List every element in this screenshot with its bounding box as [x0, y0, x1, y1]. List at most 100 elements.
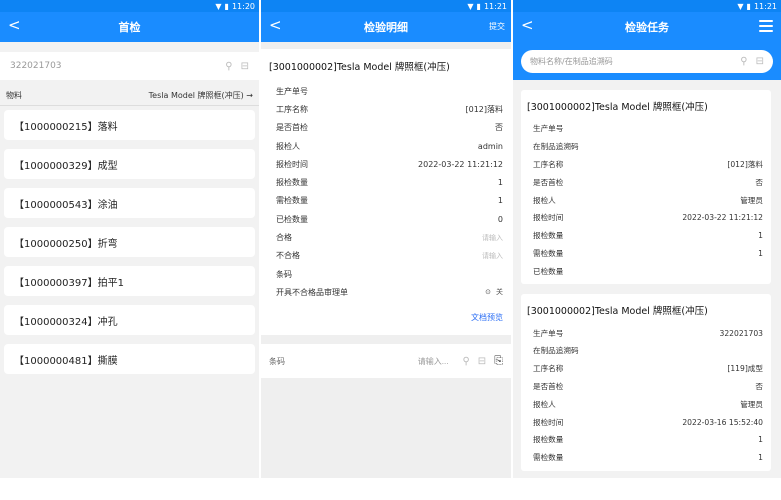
task-card-header: [3001000002]Tesla Model 牌照框(冲压) [527, 102, 708, 113]
task-value: 否 [755, 177, 763, 187]
detail-row: 是否首检 否 [267, 119, 505, 137]
detail-key: 报检时间 [276, 159, 308, 169]
material-label: 物料 [6, 91, 22, 100]
search-bar[interactable]: 322021703 ⚲ ⊟ [0, 52, 259, 80]
ng-qty-row[interactable]: 不合格 请输入 [267, 247, 505, 265]
task-card[interactable]: [3001000002]Tesla Model 牌照框(冲压) 生产单号 32202… [521, 294, 771, 471]
ok-qty-input[interactable]: 请输入 [482, 233, 503, 243]
task-key: 是否首检 [533, 381, 564, 391]
doc-preview-link[interactable]: 文档预览 [267, 302, 505, 329]
first-inspection-screen: ▼ ▮ 11:20 < 首检 322021703 ⚲ ⊟ 物料 Tesla Mo… [0, 0, 259, 478]
detail-row: 报检人 admin [267, 137, 505, 155]
detail-key: 已检数量 [276, 214, 308, 224]
review-toggle[interactable]: ⊙ 关 [485, 287, 503, 297]
detail-value: [012]落料 [465, 104, 503, 114]
detail-row: 报检时间 2022-03-22 11:21:12 [267, 155, 505, 173]
back-icon[interactable]: < [8, 16, 21, 34]
document-icon[interactable]: ⎘ [494, 354, 503, 368]
battery-icon: ▮ [224, 1, 229, 11]
task-row: 生产单号 322021703 [527, 324, 765, 342]
task-row: 报检数量 1 [527, 431, 765, 449]
app-bar: < 首检 [0, 12, 259, 42]
process-item[interactable]: 【1000000543】涂油 [4, 188, 255, 218]
detail-row: 报检数量 1 [267, 173, 505, 191]
ok-label: 合格 [276, 233, 292, 243]
task-key: 需检数量 [533, 453, 564, 463]
detail-value: 1 [497, 178, 503, 188]
task-row: 在制品追溯码 [527, 138, 765, 156]
process-list: 【1000000215】落料 【1000000329】成型 【1000000543】… [0, 106, 259, 387]
barcode-input[interactable]: 请输入... [408, 356, 449, 367]
search-icon[interactable]: ⚲ [740, 56, 747, 67]
task-row: 报检数量 1 [527, 227, 765, 245]
screenshot-composite: ▼ ▮ 11:20 < 首检 322021703 ⚲ ⊟ 物料 Tesla Mo… [0, 0, 781, 500]
task-value: 1 [758, 248, 763, 258]
detail-card: [3001000002]Tesla Model 牌照框(冲压) 生产单号工序名称… [261, 49, 511, 335]
detail-value: admin [477, 141, 503, 151]
search-input[interactable]: 物料名称/在制品追溯码 [530, 56, 732, 67]
status-time: 11:21 [483, 1, 507, 11]
search-icon[interactable]: ⚲ [225, 61, 232, 72]
page-title: 首检 [118, 21, 141, 34]
search-input[interactable]: 322021703 [10, 61, 217, 71]
process-item[interactable]: 【1000000329】成型 [4, 149, 255, 179]
battery-icon: ▮ [746, 1, 751, 11]
task-value: [119]成型 [727, 364, 763, 374]
material-value: Tesla Model 牌照框(冲压) → [148, 91, 253, 100]
task-row: 是否首检 否 [527, 378, 765, 396]
detail-header: [3001000002]Tesla Model 牌照框(冲压) [269, 62, 450, 73]
search-area: 物料名称/在制品追溯码 ⚲ ⊟ [513, 42, 781, 80]
scan-icon[interactable]: ⊟ [756, 56, 764, 67]
task-key: 报检数量 [533, 231, 564, 241]
detail-row: 生产单号 [267, 82, 505, 100]
detail-key: 工序名称 [276, 104, 308, 114]
review-label: 开具不合格品审理单 [276, 287, 348, 297]
back-icon[interactable]: < [269, 16, 282, 34]
task-key: 工序名称 [533, 159, 564, 169]
task-key: 已检数量 [533, 266, 564, 276]
task-row: 已检数量 [527, 262, 765, 280]
back-icon[interactable]: < [521, 16, 534, 34]
detail-value: 否 [495, 123, 503, 133]
detail-value: 1 [497, 196, 503, 206]
app-bar: < 检验明细 提交 [261, 12, 511, 42]
detail-row: 工序名称 [012]落料 [267, 100, 505, 118]
task-card-header: [3001000002]Tesla Model 牌照框(冲压) [527, 306, 708, 318]
wifi-icon: ▼ [467, 1, 474, 11]
task-row: 在制品追溯码 [527, 342, 765, 360]
process-item[interactable]: 【1000000324】冲孔 [4, 305, 255, 335]
search-icon[interactable]: ⚲ [462, 356, 469, 367]
detail-key: 生产单号 [276, 86, 308, 96]
status-bar: ▼ ▮ 11:20 [0, 0, 259, 12]
ng-qty-input[interactable]: 请输入 [482, 251, 503, 261]
process-item[interactable]: 【1000000215】落料 [4, 110, 255, 140]
task-key: 报检时间 [533, 417, 564, 427]
task-value: 1 [758, 453, 763, 463]
task-value: 否 [755, 381, 763, 391]
task-value: 2022-03-22 11:21:12 [682, 213, 763, 223]
ok-qty-row[interactable]: 合格 请输入 [267, 228, 505, 246]
material-row[interactable]: 物料 Tesla Model 牌照框(冲压) → [0, 86, 259, 106]
list-menu-icon[interactable] [759, 20, 773, 35]
detail-key: 需检数量 [276, 196, 308, 206]
process-item[interactable]: 【1000000481】撕膜 [4, 344, 255, 374]
submit-button[interactable]: 提交 [489, 21, 505, 32]
process-item[interactable]: 【1000000250】折弯 [4, 227, 255, 257]
task-card[interactable]: [3001000002]Tesla Model 牌照框(冲压) 生产单号 在制品追溯… [521, 90, 771, 285]
task-row: 报检时间 2022-03-22 11:21:12 [527, 209, 765, 227]
search-bar[interactable]: 物料名称/在制品追溯码 ⚲ ⊟ [521, 50, 773, 73]
radio-icon: ⊙ [485, 288, 491, 297]
task-key: 报检数量 [533, 435, 564, 445]
review-row: 开具不合格品审理单 ⊙ 关 [267, 283, 505, 301]
task-value: [012]落料 [727, 159, 763, 169]
task-row: 报检人 管理员 [527, 395, 765, 413]
page-title: 检验任务 [625, 21, 669, 34]
page-title: 检验明细 [364, 21, 408, 34]
process-item[interactable]: 【1000000397】拍平1 [4, 266, 255, 296]
scan-icon[interactable]: ⊟ [478, 356, 486, 367]
task-key: 报检时间 [533, 213, 564, 223]
app-bar: < 检验任务 [513, 12, 781, 42]
task-value: 1 [758, 231, 763, 241]
scan-icon[interactable]: ⊟ [241, 61, 249, 72]
ng-label: 不合格 [276, 251, 300, 261]
